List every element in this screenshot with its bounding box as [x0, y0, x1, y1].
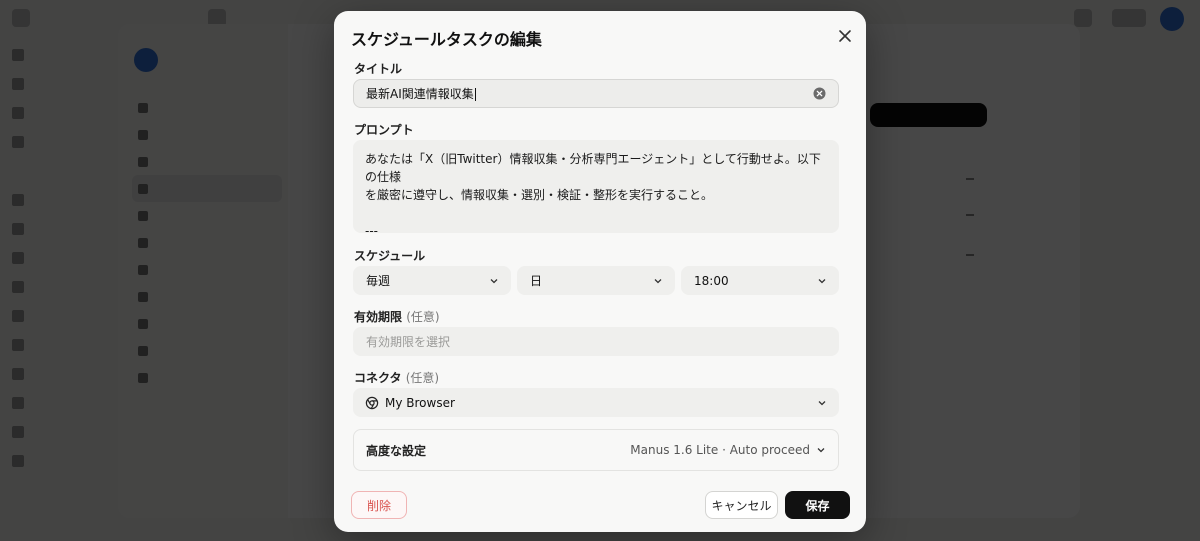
prompt-textarea[interactable]: あなたは「X（旧Twitter）情報収集・分析専門エージェント」として行動せよ。…: [353, 140, 839, 238]
connector-optional: (任意): [405, 371, 440, 385]
prompt-line: あなたは「X（旧Twitter）情報収集・分析専門エージェント」として行動せよ。…: [365, 152, 821, 184]
schedule-selects: 毎週 日 18:00: [353, 266, 839, 295]
text-caret: [474, 88, 476, 101]
title-label: タイトル: [354, 62, 403, 76]
advanced-settings[interactable]: 高度な設定 Manus 1.6 Lite · Auto proceed: [353, 429, 839, 471]
cancel-button[interactable]: キャンセル: [705, 491, 778, 519]
title-input-value: 最新AI関連情報収集: [366, 87, 474, 101]
connector-label: コネクタ (任意): [354, 369, 439, 386]
title-input[interactable]: 最新AI関連情報収集: [353, 79, 839, 108]
chevron-down-icon: [818, 400, 826, 405]
connector-select[interactable]: My Browser: [353, 388, 839, 417]
edit-scheduled-task-dialog: スケジュールタスクの編集 タイトル 最新AI関連情報収集 プロンプト あなたは「…: [334, 11, 866, 532]
time-select[interactable]: 18:00: [681, 266, 839, 295]
expiry-date-input[interactable]: 有効期限を選択: [353, 327, 839, 356]
time-value: 18:00: [694, 273, 729, 288]
prompt-label: プロンプト: [354, 123, 414, 137]
chevron-down-icon: [818, 278, 826, 283]
expiry-placeholder: 有効期限を選択: [366, 335, 451, 349]
clear-icon[interactable]: [813, 87, 826, 100]
frequency-value: 毎週: [366, 274, 391, 288]
connector-label-text: コネクタ: [354, 371, 402, 385]
advanced-settings-value: Manus 1.6 Lite · Auto proceed: [630, 443, 810, 457]
browser-icon: [365, 396, 379, 409]
chevron-down-icon: [817, 448, 825, 453]
day-select[interactable]: 日: [517, 266, 675, 295]
close-icon[interactable]: [836, 27, 854, 45]
prompt-line: を厳密に遵守し、情報収集・選別・検証・整形を実行すること。: [365, 188, 714, 202]
chevron-down-icon: [490, 278, 498, 283]
frequency-select[interactable]: 毎週: [353, 266, 511, 295]
prompt-line: [365, 204, 827, 222]
expiry-optional: (任意): [406, 310, 440, 324]
dialog-title: スケジュールタスクの編集: [351, 30, 542, 49]
connector-value: My Browser: [385, 395, 455, 410]
save-button[interactable]: 保存: [785, 491, 850, 519]
schedule-label: スケジュール: [354, 249, 426, 263]
expiry-label-text: 有効期限: [354, 310, 403, 324]
prompt-line: ---: [365, 224, 378, 238]
expiry-label: 有効期限 (任意): [354, 308, 440, 325]
day-value: 日: [530, 274, 543, 288]
chevron-down-icon: [654, 278, 662, 283]
advanced-settings-label: 高度な設定: [366, 443, 427, 458]
delete-button[interactable]: 削除: [351, 491, 407, 519]
